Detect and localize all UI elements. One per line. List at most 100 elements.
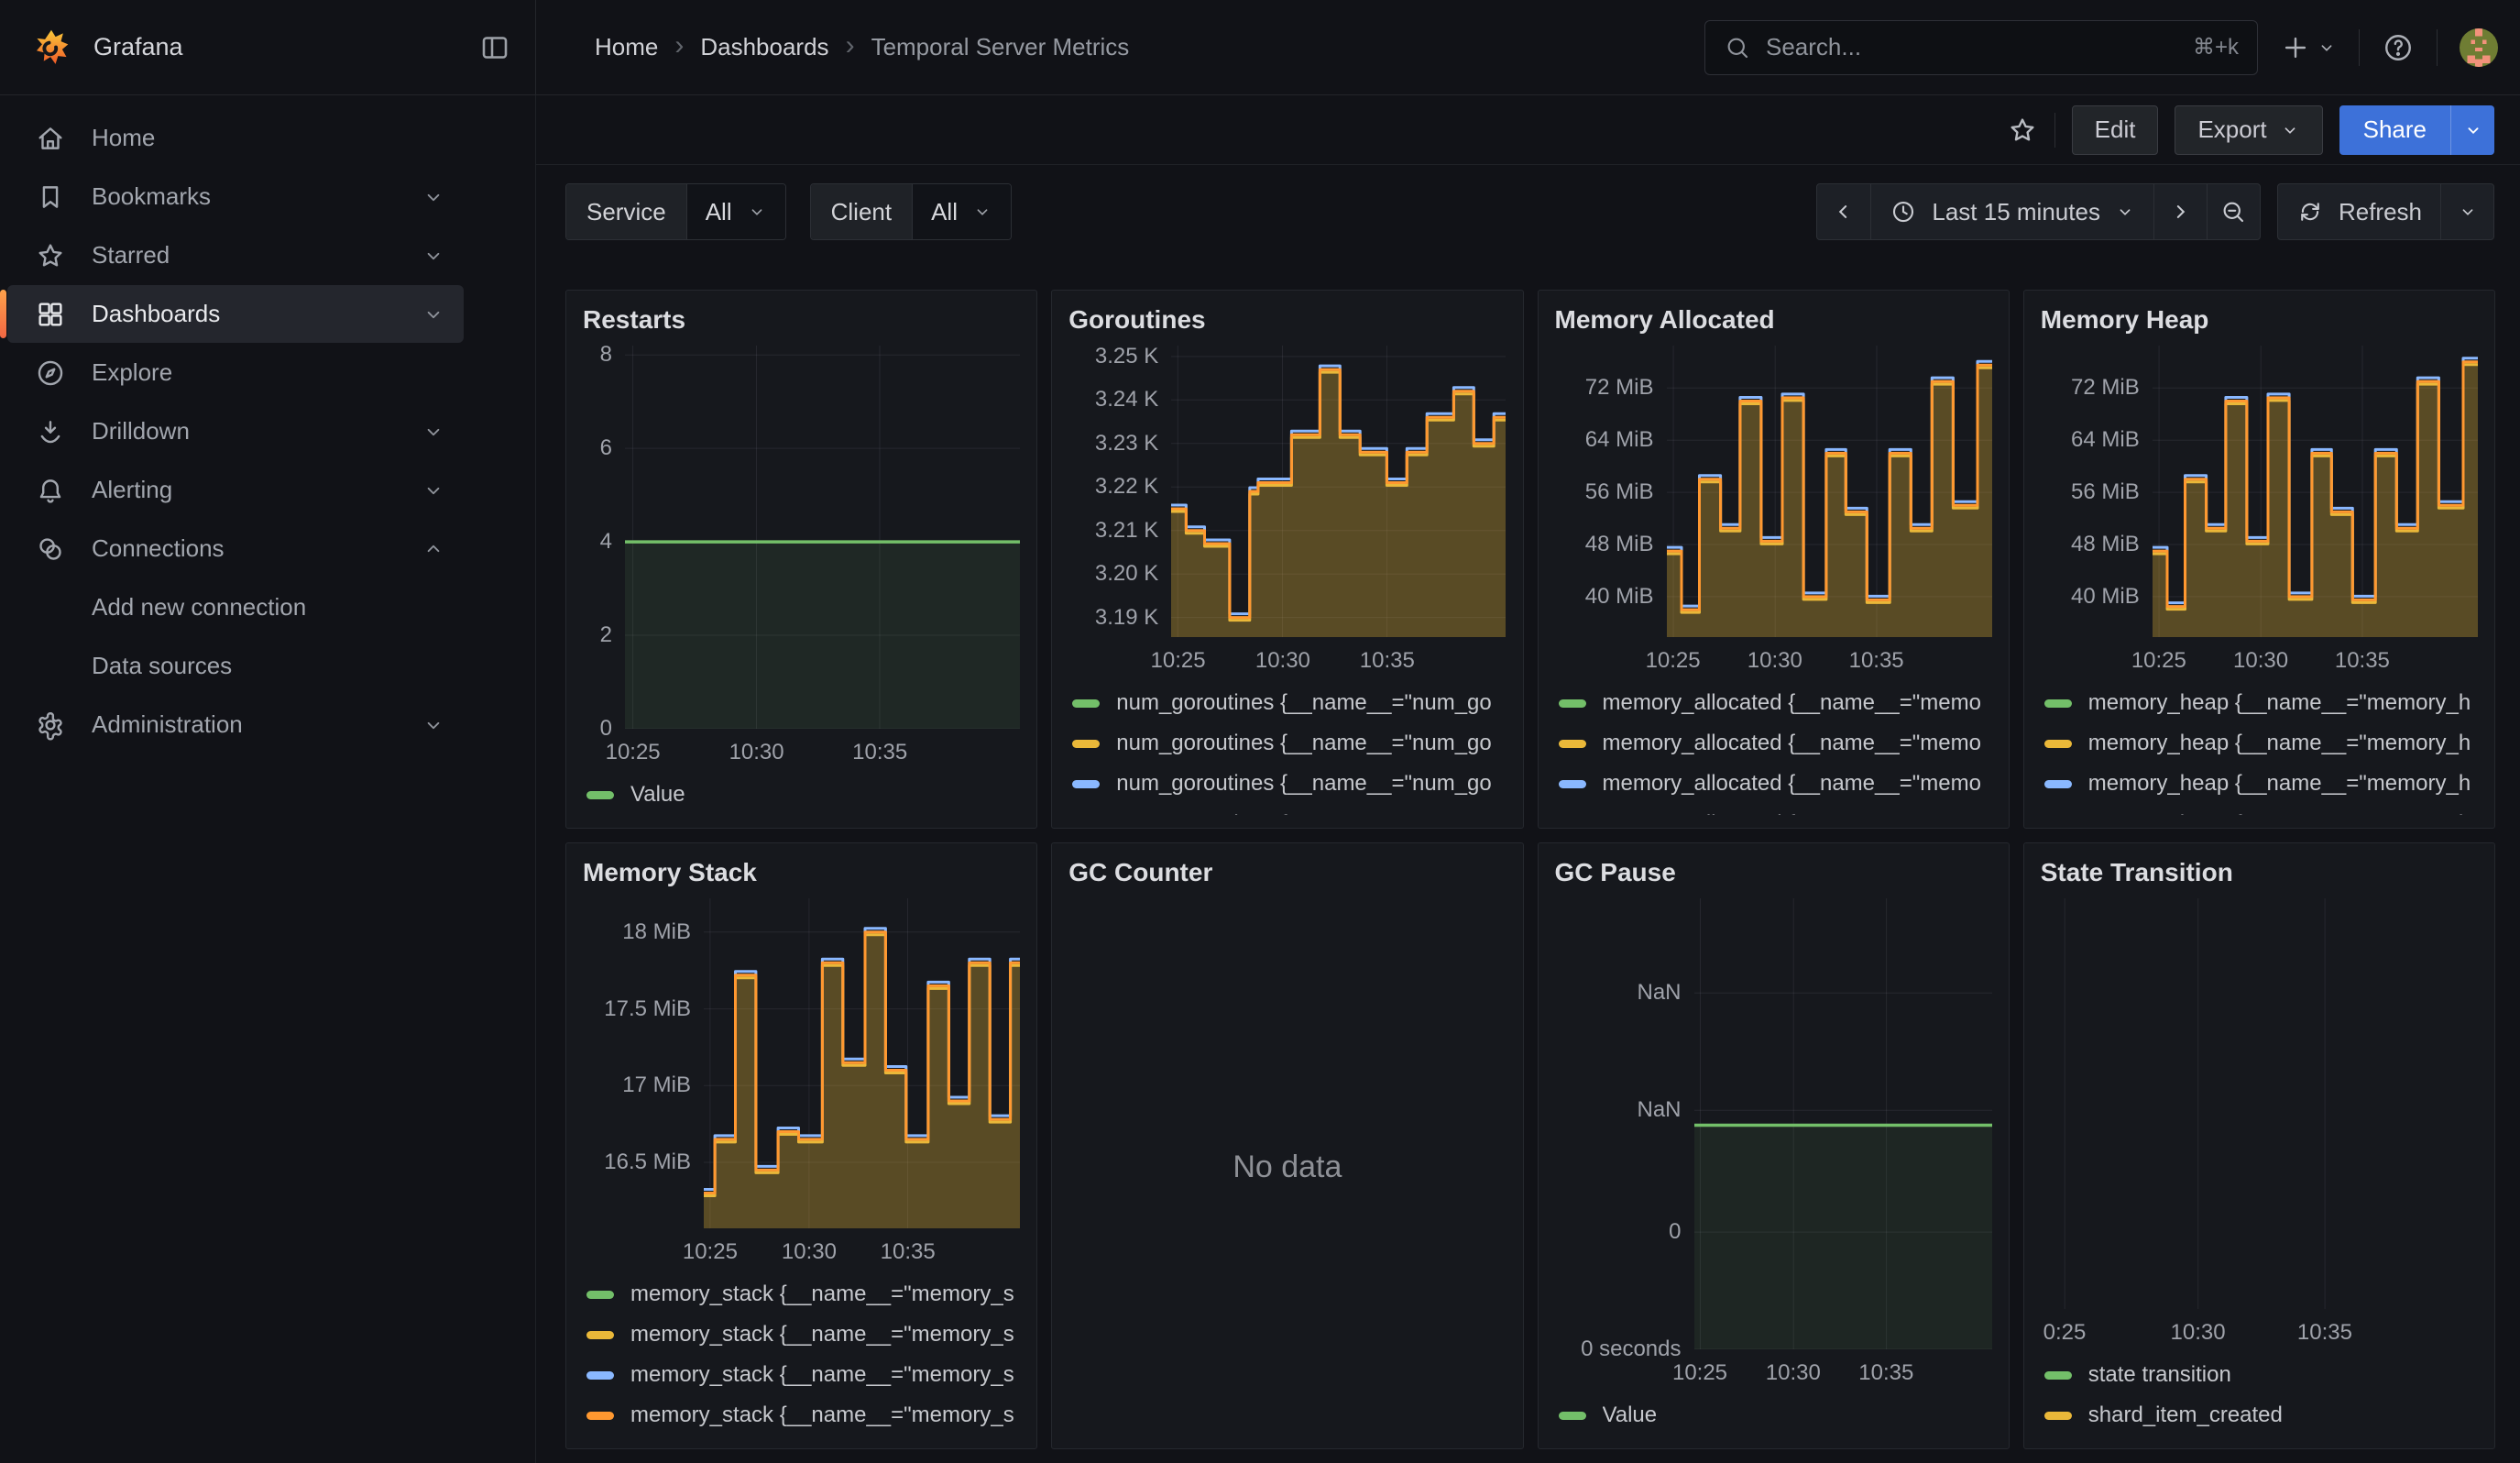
panel-gc-pause: GC Pause NaNNaN00 seconds10:2510:3010:35… xyxy=(1538,842,2010,1449)
legend-color-swatch xyxy=(1072,740,1100,748)
sidebar-item-starred[interactable]: Starred xyxy=(7,226,464,284)
help-button[interactable] xyxy=(2382,31,2415,64)
export-button[interactable]: Export xyxy=(2175,105,2322,155)
chevron-down-icon xyxy=(422,302,445,326)
panel-legend: num_goroutines {__name__="num_go num_gor… xyxy=(1068,676,1506,815)
y-axis-tick: 16.5 MiB xyxy=(604,1150,691,1175)
share-button[interactable]: Share xyxy=(2339,105,2450,155)
sidebar-item-connections[interactable]: Connections xyxy=(7,520,464,578)
legend-color-swatch xyxy=(1072,780,1100,788)
breadcrumb-item[interactable]: Dashboards xyxy=(700,33,828,61)
legend-item[interactable]: num_goroutines {__name__="num_go xyxy=(1068,683,1506,723)
y-axis-tick: 56 MiB xyxy=(1585,479,1654,505)
legend-item[interactable]: memory_heap {__name__="memory_h xyxy=(2041,764,2478,804)
chevron-down-icon xyxy=(2458,202,2478,222)
panel-title[interactable]: Memory Stack xyxy=(583,858,1020,898)
chevron-down-icon xyxy=(2463,120,2483,140)
sidebar-item-administration[interactable]: Administration xyxy=(7,696,464,754)
variable-filter-client[interactable]: Client All xyxy=(810,183,1012,240)
chevron-down-icon xyxy=(422,244,445,268)
search-icon xyxy=(1724,34,1751,61)
search-box[interactable]: ⌘+k xyxy=(1704,20,2258,75)
sidebar-item-bookmarks[interactable]: Bookmarks xyxy=(7,168,464,226)
panel-title[interactable]: GC Pause xyxy=(1555,858,1992,898)
legend-item[interactable]: num_goroutines {__name__="num_go xyxy=(1068,764,1506,804)
legend-item[interactable]: memory_stack {__name__="memory_s xyxy=(583,1395,1020,1436)
y-axis-tick: 3.19 K xyxy=(1095,605,1158,631)
chart-plot-area[interactable] xyxy=(625,346,1020,729)
panel-title[interactable]: State Transition xyxy=(2041,858,2478,898)
legend-item[interactable]: memory_heap {__name__="memory_h xyxy=(2041,804,2478,815)
favorite-star-button[interactable] xyxy=(2007,115,2038,146)
panel-legend: memory_allocated {__name__="memo memory_… xyxy=(1555,676,1992,815)
panel-title[interactable]: GC Counter xyxy=(1068,858,1506,898)
chevron-down-icon xyxy=(2115,202,2135,222)
legend-item[interactable]: memory_heap {__name__="memory_h xyxy=(2041,723,2478,764)
search-input[interactable] xyxy=(1766,33,2178,61)
y-axis: 18 MiB17.5 MiB17 MiB16.5 MiB xyxy=(583,898,704,1228)
refresh-interval-button[interactable] xyxy=(2440,184,2493,239)
chart-plot-area[interactable] xyxy=(1171,346,1506,637)
legend-item[interactable]: state transition xyxy=(2041,1355,2478,1395)
clock-icon xyxy=(1890,198,1917,226)
legend-item[interactable]: memory_allocated {__name__="memo xyxy=(1555,723,1992,764)
x-axis-tick: 10:25 xyxy=(1672,1360,1727,1386)
nav-actions: ⌘+k xyxy=(1704,0,2520,94)
legend-item[interactable]: memory_allocated {__name__="memo xyxy=(1555,683,1992,723)
y-axis-tick: 3.20 K xyxy=(1095,561,1158,587)
y-axis: 72 MiB64 MiB56 MiB48 MiB40 MiB xyxy=(1555,346,1667,637)
sidebar-item-alerting[interactable]: Alerting xyxy=(7,461,464,519)
chart-plot-area[interactable] xyxy=(2041,898,2478,1309)
sidebar-item-explore[interactable]: Explore xyxy=(7,344,464,402)
legend-item[interactable]: memory_allocated {__name__="memo xyxy=(1555,804,1992,815)
panel-title[interactable]: Memory Allocated xyxy=(1555,305,1992,346)
time-shift-back-button[interactable] xyxy=(1817,184,1870,239)
sidebar-collapse-icon[interactable] xyxy=(478,31,511,64)
x-axis: 10:2510:3010:35 xyxy=(1667,637,1992,676)
edit-button[interactable]: Edit xyxy=(2072,105,2159,155)
time-zoom-out-button[interactable] xyxy=(2207,184,2260,239)
sidebar-item-dashboards[interactable]: Dashboards xyxy=(7,285,464,343)
legend-item[interactable]: memory_stack {__name__="memory_s xyxy=(583,1274,1020,1314)
y-axis-tick: NaN xyxy=(1637,980,1681,1006)
panel-title[interactable]: Memory Heap xyxy=(2041,305,2478,346)
x-axis-tick: 10:35 xyxy=(1849,648,1904,674)
user-avatar[interactable] xyxy=(2460,28,2498,67)
time-range-picker[interactable]: Last 15 minutes xyxy=(1870,184,2153,239)
share-menu-button[interactable] xyxy=(2450,105,2494,155)
breadcrumb-item[interactable]: Home xyxy=(595,33,658,61)
legend-item[interactable]: num_goroutines {__name__="num_go xyxy=(1068,723,1506,764)
panel-title[interactable]: Restarts xyxy=(583,305,1020,346)
x-axis-tick: 10:25 xyxy=(683,1239,738,1265)
legend-item[interactable]: Value xyxy=(1555,1395,1992,1436)
x-axis-tick: 10:35 xyxy=(1858,1360,1913,1386)
sidebar-item-home[interactable]: Home xyxy=(7,109,464,167)
chart-plot-area[interactable] xyxy=(704,898,1020,1228)
x-axis-tick: 0:25 xyxy=(2043,1320,2087,1346)
legend-item[interactable]: Value xyxy=(583,775,1020,815)
sidebar-item-drilldown[interactable]: Drilldown xyxy=(7,402,464,460)
y-axis-tick: 3.21 K xyxy=(1095,518,1158,544)
legend-item[interactable]: shard_item_created xyxy=(2041,1395,2478,1436)
chart-plot-area[interactable] xyxy=(1694,898,1992,1349)
y-axis: 72 MiB64 MiB56 MiB48 MiB40 MiB xyxy=(2041,346,2153,637)
brand-title: Grafana xyxy=(93,33,183,61)
panel-title[interactable]: Goroutines xyxy=(1068,305,1506,346)
refresh-button[interactable]: Refresh xyxy=(2278,184,2440,239)
legend-item[interactable]: memory_stack {__name__="memory_s xyxy=(583,1355,1020,1395)
add-new-button[interactable] xyxy=(2280,32,2337,63)
chevron-down-icon xyxy=(2317,38,2337,58)
legend-item[interactable]: memory_heap {__name__="memory_h xyxy=(2041,683,2478,723)
chart-plot-area[interactable] xyxy=(2153,346,2478,637)
y-axis-tick: 2 xyxy=(600,622,612,648)
legend-item[interactable]: num_goroutines {__name__="num_go xyxy=(1068,804,1506,815)
y-axis-tick: 0 seconds xyxy=(1581,1336,1681,1362)
plug-icon xyxy=(35,534,66,565)
chart-plot-area[interactable] xyxy=(1667,346,1992,637)
variable-filter-service[interactable]: Service All xyxy=(565,183,786,240)
sidebar-item-add-new-connection[interactable]: Add new connection xyxy=(7,578,464,636)
legend-item[interactable]: memory_allocated {__name__="memo xyxy=(1555,764,1992,804)
sidebar-item-data-sources[interactable]: Data sources xyxy=(7,637,464,695)
time-shift-forward-button[interactable] xyxy=(2153,184,2207,239)
legend-item[interactable]: memory_stack {__name__="memory_s xyxy=(583,1314,1020,1355)
